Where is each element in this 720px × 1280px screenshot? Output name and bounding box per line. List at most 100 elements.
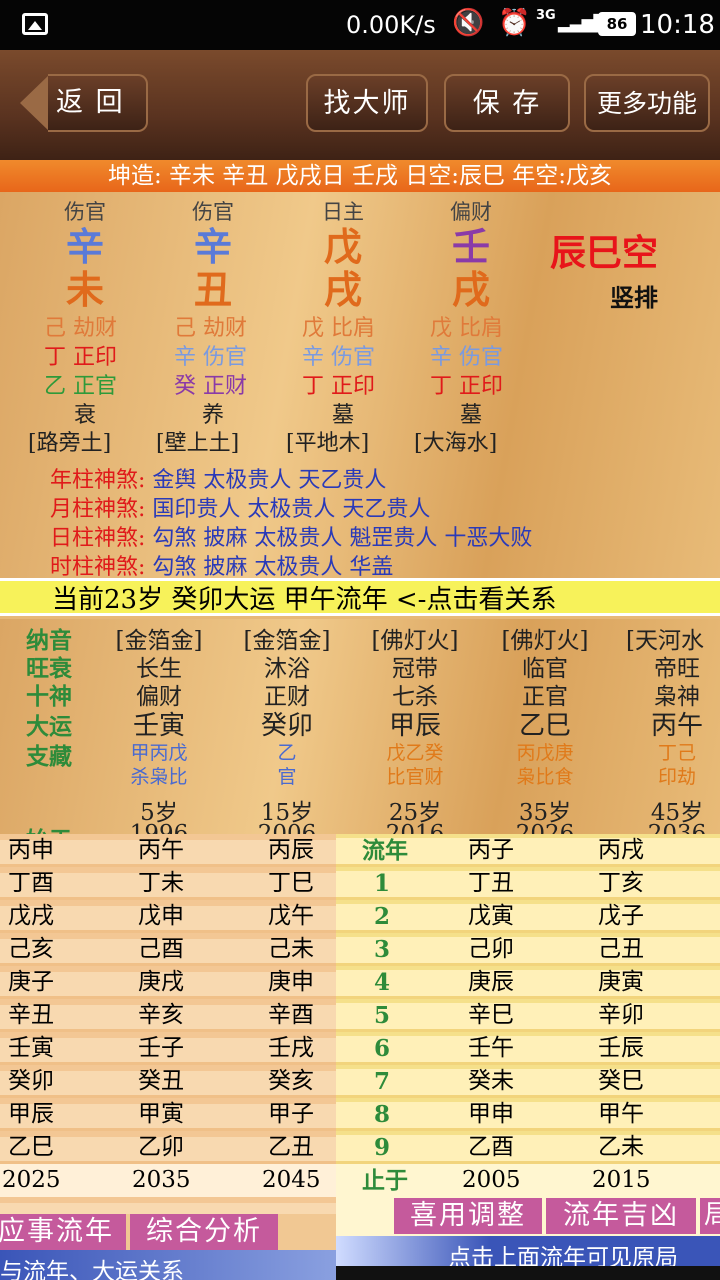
pillar-god: 日主 (322, 200, 364, 224)
pillar-stem: 壬 (451, 224, 490, 269)
label-yun: 大运 (26, 713, 72, 740)
network-type: 3G (536, 8, 556, 23)
xiyong-adjust-button[interactable]: 喜用调整 (394, 1198, 542, 1234)
table-row[interactable]: 庚子 庚戌 庚申 (0, 966, 336, 999)
table-row[interactable]: 癸卯 癸丑 癸亥 (0, 1065, 336, 1098)
pillar-branch: 未 (65, 267, 104, 312)
pillar-year: 伤官 辛 未 (30, 196, 140, 312)
save-button[interactable]: 保 存 (444, 74, 570, 132)
bazi-summary-banner: 坤造: 辛未 辛丑 戊戌日 壬戌 日空:辰巳 年空:戊亥 (0, 160, 720, 192)
comprehensive-analysis-button[interactable]: 综合分析 (130, 1214, 278, 1250)
back-label: 返 回 (56, 87, 125, 118)
table-row[interactable]: 7 癸未 癸巳 (336, 1065, 720, 1098)
bazi-chart: 伤官 辛 未 伤官 辛 丑 日主 戊 戌 偏财 壬 戌 辰巳空 竖排 己 劫财 … (0, 192, 720, 580)
dayun-zang-gods: 枭比食 (516, 766, 574, 788)
shensha-year: 年柱神煞: 金舆 太极贵人 天乙贵人 (50, 468, 387, 493)
vertical-layout-button[interactable]: 竖排 (610, 278, 658, 313)
dayun-zang-stems: 戊乙癸 (386, 742, 444, 764)
table-row[interactable]: 壬寅 壬子 壬戌 (0, 1032, 336, 1065)
pillar-branch: 丑 (193, 267, 232, 312)
hidden-stems-row-3: 乙 正官 (44, 374, 118, 399)
dayun-yun[interactable]: 乙巳 (480, 705, 610, 742)
pillar-god: 伤官 (192, 200, 234, 224)
hidden-stems-row-1: 己 劫财 (44, 316, 118, 341)
liunian-table-left: 丙申 丙午 丙辰 丁酉 丁未 丁巳 戊戌 戊申 戊午 己亥 己酉 己未 庚子 庚戌 庚申 辛丑 辛亥辛… (0, 834, 336, 1214)
bottom-right-panel: 喜用调整 流年吉凶 局 点击上面流年可见原局 (336, 1196, 720, 1280)
dayun-zang-gods: 比官财 (386, 766, 444, 788)
pillar-nayin: [壁上土] (156, 431, 240, 456)
find-master-button[interactable]: 找大师 (306, 74, 428, 132)
year-fortune-button[interactable]: 流年吉凶 (546, 1198, 696, 1234)
dayun-zang-stems: 丁己 (657, 742, 696, 764)
table-row[interactable]: 5 辛巳 辛卯 (336, 999, 720, 1032)
table-row[interactable]: 9 乙酉 乙未 (336, 1131, 720, 1164)
pillar-god: 偏财 (450, 200, 492, 224)
shensha-day: 日柱神煞: 勾煞 披麻 太极贵人 魁罡贵人 十恶大败 (50, 526, 533, 551)
year-click-hint: 点击上面流年可见原局 (336, 1236, 720, 1266)
pillar-branch: 戌 (323, 267, 362, 312)
pillar-stem: 辛 (65, 224, 104, 269)
table-row[interactable]: 己亥 己酉 己未 (0, 933, 336, 966)
pillar-month: 伤官 辛 丑 (158, 196, 268, 312)
dayun-zang-stems: 甲丙戊 (130, 742, 188, 764)
label-god: 十神 (26, 683, 72, 710)
gallery-icon (22, 13, 48, 35)
battery-icon: 86 (598, 12, 636, 36)
event-year-button[interactable]: 应事流年 (0, 1214, 126, 1250)
table-row[interactable]: 8 甲申 甲午 (336, 1098, 720, 1131)
shensha-hour: 时柱神煞: 勾煞 披麻 太极贵人 华盖 (50, 555, 394, 580)
shensha-month: 月柱神煞: 国印贵人 太极贵人 天乙贵人 (50, 497, 431, 522)
table-row[interactable]: 戊戌 戊申 戊午 (0, 900, 336, 933)
pillar-stem: 辛 (193, 224, 232, 269)
extra-button[interactable]: 局 (700, 1198, 720, 1234)
status-bar: 0.00K/s 🔇 ⏰ 3G ▂▃▅▇ 86 10:18 (0, 0, 720, 50)
pillar-god: 伤官 (64, 200, 106, 224)
current-luck-bar[interactable]: 当前23岁 癸卯大运 甲午流年 <-点击看关系 (0, 578, 720, 616)
mute-icon: 🔇 (452, 8, 485, 38)
label-zang: 支藏 (26, 743, 72, 770)
dayun-yun[interactable]: 癸卯 (222, 705, 352, 742)
pillar-nayin: [平地木] (286, 431, 370, 456)
dayun-yun[interactable]: 丙午 (612, 705, 720, 742)
alarm-icon: ⏰ (498, 8, 531, 38)
year-click-hint-text: 点击上面流年可见原局 (448, 1245, 678, 1266)
network-speed: 0.00K/s (346, 11, 436, 39)
kong-label: 辰巳空 (550, 232, 659, 274)
liunian-table-right: 流年 丙子 丙戌 1 丁丑 丁亥 2 戊寅 戊子 3 己卯 己丑 4 庚辰 庚寅 5 辛巳 辛卯 6 壬午… (336, 834, 720, 1197)
dayun-zang-gods: 官 (277, 766, 297, 788)
toolbar: 返 回 找大师 保 存 更多功能 (0, 50, 720, 160)
dayun-yun[interactable]: 壬寅 (94, 705, 224, 742)
table-row[interactable]: 乙巳 乙卯 乙丑 (0, 1131, 336, 1164)
end-years-row: 止于 2005 2015 (336, 1164, 720, 1197)
back-button[interactable]: 返 回 (20, 74, 148, 132)
table-row[interactable]: 4 庚辰 庚寅 (336, 966, 720, 999)
dayun-zang-gods: 印劫 (657, 766, 696, 788)
relation-hint: 与流年、大运关系 (0, 1250, 336, 1280)
table-row[interactable]: 辛丑 辛亥 辛酉 (0, 999, 336, 1032)
more-functions-button[interactable]: 更多功能 (584, 74, 710, 132)
table-row[interactable]: 3 己卯 己丑 (336, 933, 720, 966)
pillar-day: 日主 戊 戌 (288, 196, 398, 312)
table-header-row[interactable]: 流年 丙子 丙戌 (336, 834, 720, 867)
dayun-zang-stems: 丙戊庚 (516, 742, 574, 764)
end-years-row: 2025 2035 2045 (0, 1164, 336, 1197)
pillar-stem: 戊 (323, 224, 362, 269)
dayun-yun[interactable]: 甲辰 (350, 705, 480, 742)
table-row[interactable]: 6 壬午 壬辰 (336, 1032, 720, 1065)
pillar-hour: 偏财 壬 戌 (416, 196, 526, 312)
table-row[interactable]: 1 丁丑 丁亥 (336, 867, 720, 900)
pillar-nayin: [路旁土] (28, 431, 112, 456)
clock: 10:18 (640, 10, 715, 40)
table-row[interactable]: 丙申 丙午 丙辰 (0, 834, 336, 867)
table-row[interactable]: 2 戊寅 戊子 (336, 900, 720, 933)
bottom-left-panel: 应事流年 综合分析 与流年、大运关系 (0, 1214, 336, 1280)
table-row[interactable]: 甲辰 甲寅 甲子 (0, 1098, 336, 1131)
dayun-zang-gods: 杀枭比 (130, 766, 188, 788)
pillar-nayin: [大海水] (414, 431, 498, 456)
hidden-stems-row-2: 丁 正印 (44, 345, 118, 370)
table-row[interactable]: 丁酉 丁未 丁巳 (0, 867, 336, 900)
relation-hint-text: 与流年、大运关系 (0, 1259, 184, 1280)
dayun-zang-stems: 乙 (277, 742, 297, 764)
dayun-panel: 纳音 旺衰 十神 大运 支藏 始于 [金箔金] 长生 偏财 壬寅 甲丙戊 杀枭比… (0, 619, 720, 854)
pillar-branch: 戌 (451, 267, 490, 312)
